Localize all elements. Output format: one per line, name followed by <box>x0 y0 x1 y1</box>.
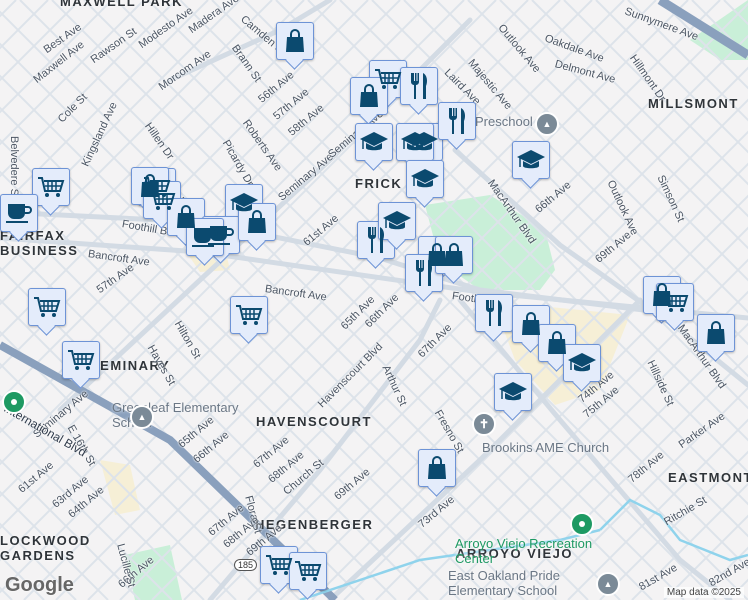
shopping-cart-icon <box>235 303 263 327</box>
google-logo: Google <box>5 574 74 596</box>
coffee-cup-icon <box>5 202 33 224</box>
school-pin-icon[interactable]: ▲ <box>596 572 620 596</box>
church-pin-icon[interactable]: ✝ <box>472 412 496 436</box>
park-pin-icon[interactable] <box>570 512 594 536</box>
coffee-cup-icon <box>191 226 219 248</box>
graduation-cap-icon <box>400 131 430 153</box>
shopping-cart-icon <box>67 348 95 372</box>
fork-knife-icon <box>408 72 430 100</box>
place-label[interactable]: Preschool <box>475 114 533 129</box>
shopping-cart-marker[interactable] <box>28 288 66 326</box>
graduation-cap-icon <box>516 149 546 171</box>
graduation-cap-marker[interactable] <box>563 344 601 382</box>
fork-knife-icon <box>413 259 435 287</box>
neighborhood-label: LOCKWOOD GARDENS <box>0 533 91 563</box>
fork-knife-icon <box>483 299 505 327</box>
map[interactable]: MAXWELL PARK MILLSMONT FRICK FAIRFAX BUSINE… <box>0 0 748 600</box>
shopping-cart-marker[interactable] <box>289 552 327 590</box>
route-185-shield: 185 <box>234 559 258 571</box>
shopping-bag-marker[interactable] <box>276 22 314 60</box>
place-label[interactable]: East Oakland Pride Elementary School <box>448 568 578 598</box>
shopping-cart-icon <box>37 175 65 199</box>
graduation-cap-marker[interactable] <box>406 160 444 198</box>
coffee-cup-marker[interactable] <box>0 194 38 232</box>
graduation-cap-marker[interactable] <box>512 141 550 179</box>
graduation-cap-icon <box>382 210 412 232</box>
place-label[interactable]: Brookins AME Church <box>482 440 622 455</box>
school-pin-icon[interactable]: ▲ <box>130 405 154 429</box>
fork-knife-icon <box>446 107 468 135</box>
shopping-cart-marker[interactable] <box>62 341 100 379</box>
graduation-cap-marker[interactable] <box>355 123 393 161</box>
school-pin-icon[interactable]: ▲ <box>535 112 559 136</box>
fork-knife-marker[interactable] <box>400 67 438 105</box>
shopping-cart-icon <box>33 295 61 319</box>
shopping-bag-icon <box>546 331 568 355</box>
shopping-cart-marker[interactable] <box>230 296 268 334</box>
graduation-cap-marker[interactable] <box>396 123 434 161</box>
fork-knife-marker[interactable] <box>438 102 476 140</box>
shopping-bag-icon <box>358 84 380 108</box>
place-label[interactable]: Arroyo Viejo Recreation Center <box>455 536 595 566</box>
neighborhood-label: HAVENSCOURT <box>256 414 372 429</box>
shopping-bag-marker[interactable] <box>697 314 735 352</box>
map-attribution[interactable]: Map data ©2025 <box>663 587 744 598</box>
shopping-bag-icon <box>443 243 465 267</box>
shopping-bag-icon <box>246 210 268 234</box>
graduation-cap-icon <box>498 381 528 403</box>
neighborhood-label: MAXWELL PARK <box>60 0 183 9</box>
neighborhood-label: EASTMONT <box>668 470 748 485</box>
graduation-cap-icon <box>410 168 440 190</box>
shopping-cart-icon <box>661 290 689 314</box>
graduation-cap-icon <box>567 352 597 374</box>
shopping-bag-icon <box>284 29 306 53</box>
shopping-bag-marker[interactable] <box>418 449 456 487</box>
shopping-cart-icon <box>294 559 322 583</box>
shopping-cart-icon <box>265 553 293 577</box>
shopping-bag-icon <box>520 312 542 336</box>
shopping-cart-icon <box>148 188 176 212</box>
neighborhood-label: FRICK <box>355 176 403 191</box>
graduation-cap-marker[interactable] <box>494 373 532 411</box>
shopping-bag-icon <box>705 321 727 345</box>
street-label: Belvedere St <box>8 136 20 199</box>
graduation-cap-icon <box>359 131 389 153</box>
shopping-bag-icon <box>426 456 448 480</box>
park-pin-icon[interactable] <box>2 390 26 414</box>
fork-knife-marker[interactable] <box>475 294 513 332</box>
